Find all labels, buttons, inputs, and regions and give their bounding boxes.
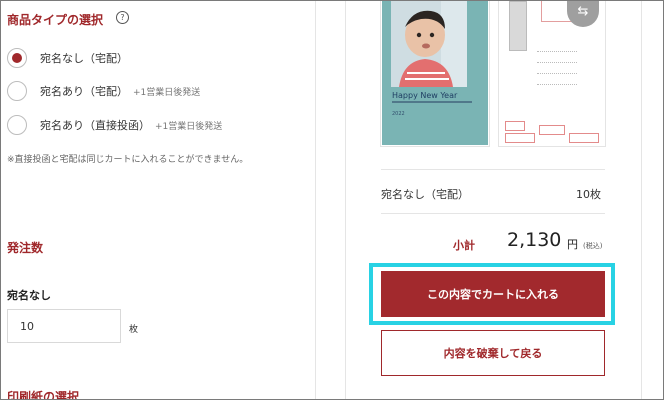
subtotal-tax: (税込) bbox=[583, 242, 603, 250]
divider bbox=[381, 213, 605, 214]
address-lines bbox=[537, 41, 577, 85]
stamp-area bbox=[509, 1, 527, 51]
delivery-note: ※直接投函と宅配は同じカートに入れることができません。 bbox=[7, 155, 249, 165]
card-background: Happy New Year 2022 bbox=[382, 1, 488, 145]
radio-label: 宛名なし（宅配） bbox=[40, 52, 128, 65]
baby-photo bbox=[391, 1, 467, 87]
greeting-line bbox=[392, 101, 472, 103]
subtotal-unit: 円 bbox=[567, 238, 578, 251]
radio-button[interactable] bbox=[7, 81, 27, 101]
radio-label: 宛名あり（宅配） bbox=[40, 85, 128, 98]
postal-cell bbox=[539, 125, 565, 135]
postal-cell bbox=[505, 121, 525, 131]
paper-title: 印刷紙の選択 bbox=[7, 390, 80, 400]
divider bbox=[641, 1, 642, 399]
qty-label: 宛名なし bbox=[7, 289, 51, 302]
radio-option-address-delivery[interactable]: 宛名あり（宅配） +1営業日後発送 bbox=[7, 79, 297, 103]
year-text: 2022 bbox=[392, 111, 405, 117]
quantity-input[interactable] bbox=[7, 309, 121, 343]
options-panel: 商品タイプの選択 ? 宛名なし（宅配） 宛名あり（宅配） +1営業日後発送 宛名… bbox=[1, 1, 301, 399]
radio-note: +1営業日後発送 bbox=[133, 87, 201, 98]
radio-option-no-address[interactable]: 宛名なし（宅配） bbox=[7, 46, 297, 70]
postal-cell bbox=[569, 133, 599, 143]
postal-cell bbox=[505, 133, 535, 143]
help-icon[interactable]: ? bbox=[116, 11, 129, 24]
order-qty-title: 発注数 bbox=[7, 241, 44, 255]
subtotal-price: 2,130 bbox=[507, 229, 562, 251]
qty-unit: 枚 bbox=[129, 325, 139, 335]
product-type-title: 商品タイプの選択 bbox=[7, 13, 104, 27]
summary-type: 宛名なし（宅配） bbox=[381, 188, 469, 201]
divider bbox=[315, 1, 316, 399]
card-front-preview: Happy New Year 2022 bbox=[381, 1, 489, 146]
discard-button[interactable]: 内容を破棄して戻る bbox=[381, 330, 605, 376]
page-frame: 商品タイプの選択 ? 宛名なし（宅配） 宛名あり（宅配） +1営業日後発送 宛名… bbox=[0, 0, 664, 400]
radio-label: 宛名あり（直接投函） bbox=[40, 119, 150, 132]
radio-button[interactable] bbox=[7, 115, 27, 135]
summary-count: 10枚 bbox=[576, 188, 601, 201]
divider bbox=[345, 1, 346, 399]
greeting-text: Happy New Year bbox=[392, 91, 458, 100]
subtotal-label: 小計 bbox=[453, 239, 475, 252]
add-to-cart-button[interactable]: この内容でカートに入れる bbox=[381, 271, 605, 317]
radio-button[interactable] bbox=[7, 48, 27, 68]
radio-note: +1営業日後発送 bbox=[155, 121, 223, 132]
radio-option-address-direct[interactable]: 宛名あり（直接投函） +1営業日後発送 bbox=[7, 113, 297, 137]
divider bbox=[381, 169, 605, 170]
